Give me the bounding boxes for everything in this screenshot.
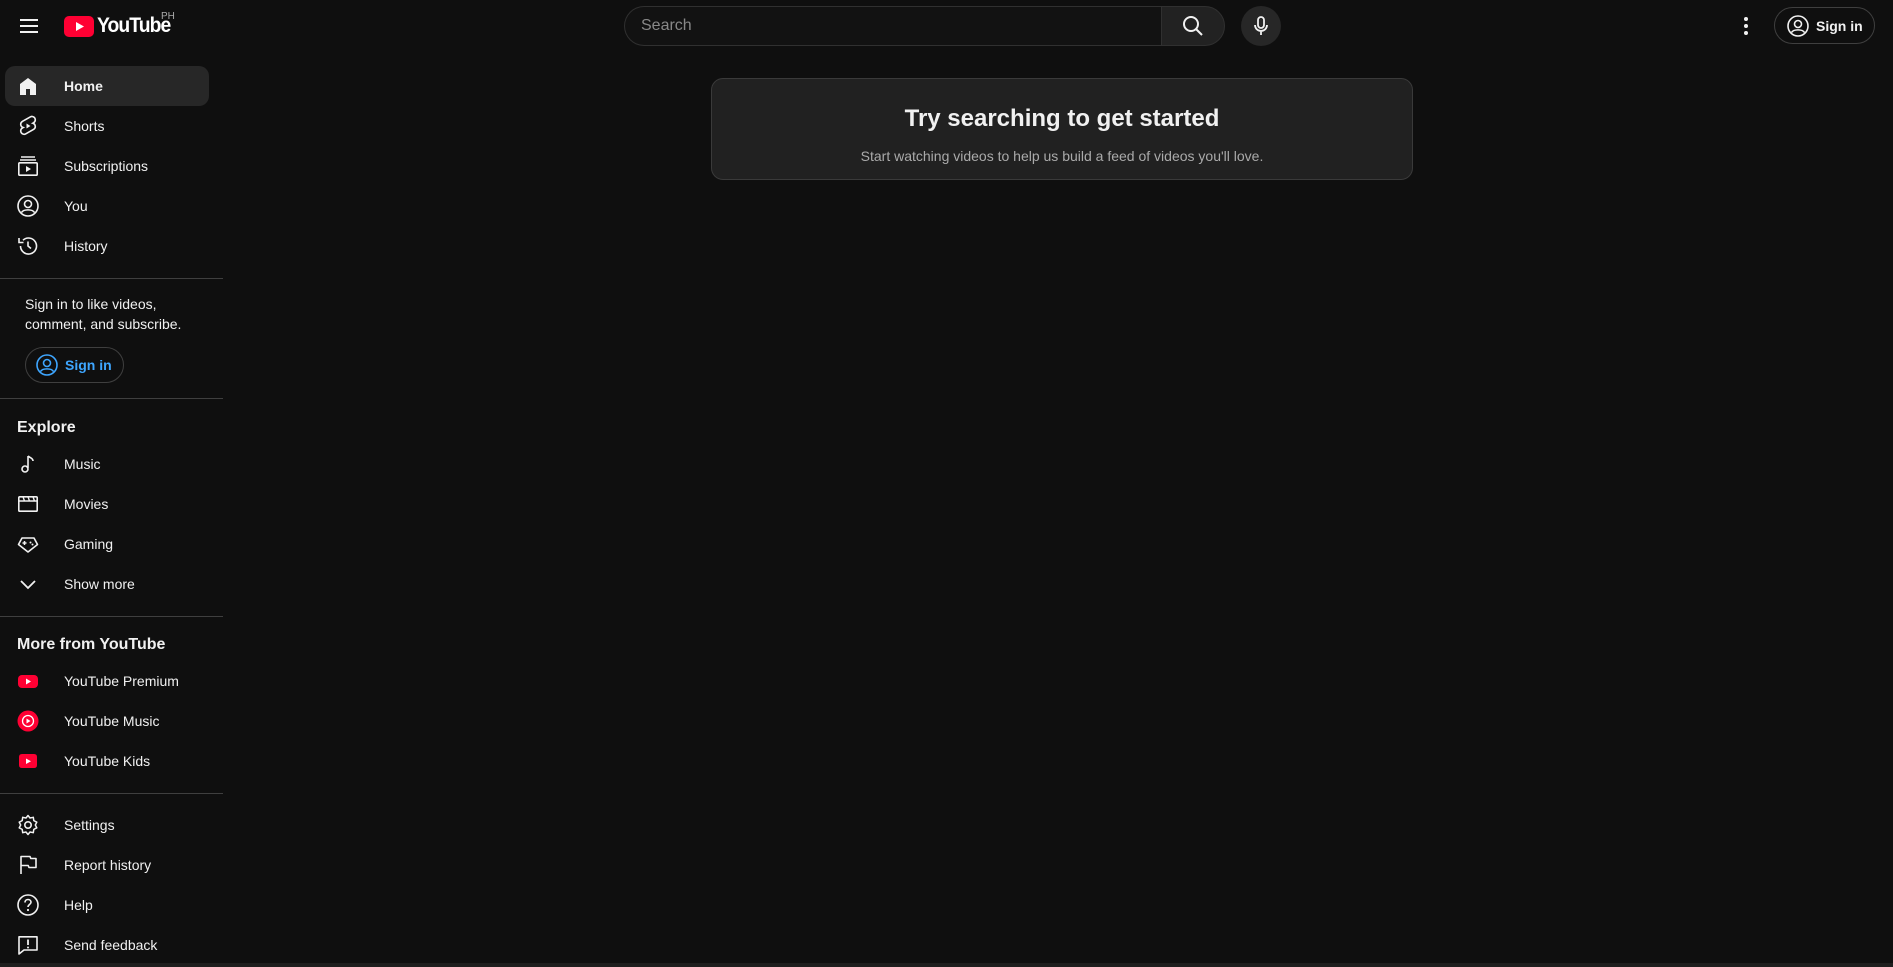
account-icon (36, 354, 58, 376)
sidebar-divider (0, 278, 223, 279)
country-code: PH (161, 11, 175, 22)
sidebar-item-show-more[interactable]: Show more (5, 564, 209, 604)
sidebar-item-label: Settings (64, 817, 115, 833)
sidebar-item-label: Home (64, 78, 103, 94)
shorts-icon (16, 114, 40, 138)
sidebar-divider (0, 398, 223, 399)
logo-wordmark: YouTube (97, 14, 171, 37)
sidebar-item-label: Help (64, 897, 93, 913)
gear-icon (16, 813, 40, 837)
movies-icon (16, 492, 40, 516)
home-icon (16, 74, 40, 98)
sign-in-prompt: Sign in to like videos, comment, and sub… (25, 296, 182, 332)
sidebar-item-history[interactable]: History (5, 226, 209, 266)
sidebar-item-send-feedback[interactable]: Send feedback (5, 925, 209, 965)
sidebar-item-label: Show more (64, 576, 135, 592)
sidebar-item-music[interactable]: Music (5, 444, 209, 484)
sidebar-item-label: History (64, 238, 108, 254)
sidebar-item-gaming[interactable]: Gaming (5, 524, 209, 564)
sidebar-item-shorts[interactable]: Shorts (5, 106, 209, 146)
youtube-logo[interactable]: YouTube PH (64, 11, 177, 38)
history-icon (16, 234, 40, 258)
you-icon (16, 194, 40, 218)
sidebar-item-subscriptions[interactable]: Subscriptions (5, 146, 209, 186)
sidebar-item-label: Subscriptions (64, 158, 149, 174)
sidebar-item-label: YouTube Premium (64, 673, 179, 689)
explore-heading: Explore (17, 419, 76, 436)
sidebar-item-settings[interactable]: Settings (5, 805, 209, 845)
chevron-down-icon (16, 572, 40, 596)
sign-in-label: Sign in (1816, 17, 1863, 34)
sidebar-item-label: YouTube Music (64, 713, 160, 729)
search-button[interactable] (1161, 6, 1225, 46)
more-from-youtube-heading: More from YouTube (17, 636, 166, 653)
sidebar-item-label: YouTube Kids (64, 753, 151, 769)
sidebar-divider (0, 793, 223, 794)
sidebar-item-youtube-kids[interactable]: YouTube Kids (5, 741, 209, 781)
subscriptions-icon (16, 154, 40, 178)
sidebar-item-report-history[interactable]: Report history (5, 845, 209, 885)
sidebar-item-youtube-premium[interactable]: YouTube Premium (5, 661, 209, 701)
sign-in-label: Sign in (65, 357, 112, 373)
empty-feed-subtitle: Start watching videos to help us build a… (860, 148, 1264, 164)
feedback-icon (16, 933, 40, 957)
search-box (624, 6, 1161, 46)
flag-icon (16, 853, 40, 877)
more-vert-icon (1744, 17, 1748, 35)
masthead: YouTube PH Search Sign in (0, 0, 1893, 56)
sidebar-item-movies[interactable]: Movies (5, 484, 209, 524)
account-icon (1787, 14, 1809, 37)
sidebar-sign-in-button[interactable]: Sign in (25, 347, 124, 383)
search-input[interactable] (641, 17, 1161, 35)
youtube-kids-icon (16, 749, 40, 773)
voice-search-button[interactable] (1241, 6, 1281, 46)
sidebar-item-label: Music (64, 456, 101, 472)
youtube-premium-icon (16, 669, 40, 693)
sidebar-item-youtube-music[interactable]: YouTube Music (5, 701, 209, 741)
sidebar-item-help[interactable]: Help (5, 885, 209, 925)
sidebar-item-label: Gaming (64, 536, 114, 552)
sign-in-button[interactable]: Sign in (1774, 7, 1875, 44)
empty-feed-title: Try searching to get started (904, 105, 1220, 132)
gaming-icon (16, 532, 40, 556)
hamburger-menu-icon (20, 19, 38, 33)
settings-more-button[interactable] (1726, 6, 1766, 46)
sidebar-item-label: You (64, 198, 88, 214)
microphone-icon (1254, 16, 1268, 35)
sidebar-item-label: Send feedback (64, 937, 158, 953)
sidebar-divider (0, 616, 223, 617)
sidebar-item-label: Movies (64, 496, 109, 512)
sidebar-item-home[interactable]: Home (5, 66, 209, 106)
bottom-scrollbar-track (0, 963, 1893, 967)
guide-menu-button[interactable] (9, 6, 49, 46)
empty-feed-card: Try searching to get started Start watch… (711, 78, 1413, 180)
sidebar-item-you[interactable]: You (5, 186, 209, 226)
sidebar-item-label: Report history (64, 857, 152, 873)
music-icon (16, 452, 40, 476)
help-icon (16, 893, 40, 917)
search-bar (624, 6, 1281, 46)
search-icon (1183, 16, 1203, 36)
guide-sidebar: Home Shorts Subscriptions You History Si… (0, 56, 223, 967)
youtube-play-logo-icon (64, 15, 94, 37)
youtube-music-icon (16, 709, 40, 733)
sidebar-item-label: Shorts (64, 118, 105, 134)
